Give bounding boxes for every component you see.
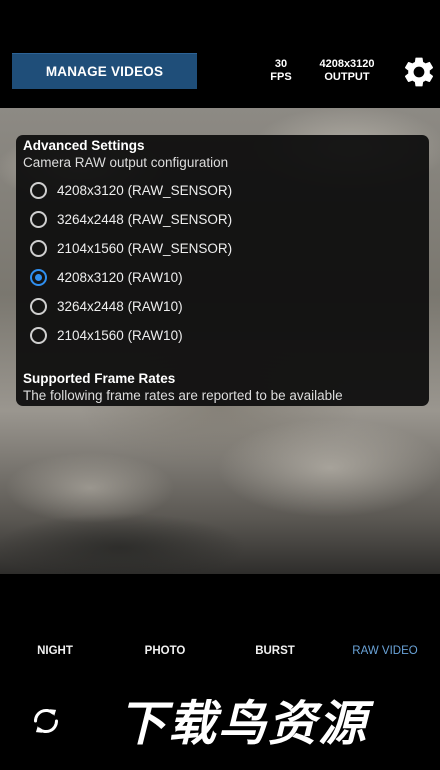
- raw-option-radio[interactable]: 3264x2448 (RAW10): [30, 295, 183, 317]
- raw-option-radio[interactable]: 2104x1560 (RAW_SENSOR): [30, 237, 232, 259]
- raw-option-label: 3264x2448 (RAW_SENSOR): [57, 211, 233, 227]
- raw-option-radio[interactable]: 4208x3120 (RAW_SENSOR): [30, 179, 232, 201]
- raw-option-radio[interactable]: 2104x1560 (RAW10): [30, 324, 183, 346]
- radio-button[interactable]: [30, 326, 47, 344]
- frame-rates-description: The following frame rates are reported t…: [23, 388, 343, 403]
- fps-indicator[interactable]: 30 FPS: [258, 58, 304, 84]
- gear-icon[interactable]: [401, 54, 437, 90]
- radio-button[interactable]: [30, 210, 47, 228]
- radio-button[interactable]: [30, 239, 47, 257]
- top-bar: MANAGE VIDEOS 30 FPS 4208x3120 OUTPUT: [0, 0, 440, 108]
- tab-night[interactable]: NIGHT: [15, 645, 95, 657]
- fps-value: 30: [274, 58, 288, 70]
- camera-screen: MANAGE VIDEOS 30 FPS 4208x3120 OUTPUT Ad…: [0, 0, 440, 770]
- raw-option-label: 3264x2448 (RAW10): [57, 298, 183, 314]
- raw-option-radio-selected[interactable]: 4208x3120 (RAW10): [30, 266, 183, 288]
- output-resolution-indicator[interactable]: 4208x3120 OUTPUT: [304, 58, 390, 84]
- output-value: 4208x3120: [319, 58, 375, 70]
- switch-camera-icon[interactable]: [28, 703, 64, 739]
- radio-button[interactable]: [30, 181, 47, 199]
- output-unit: OUTPUT: [324, 71, 370, 83]
- watermark-text: 下载鸟资源: [118, 696, 369, 752]
- radio-button[interactable]: [30, 297, 47, 315]
- advanced-settings-panel: Advanced Settings Camera RAW output conf…: [16, 135, 429, 406]
- tab-raw-video[interactable]: RAW VIDEO: [345, 645, 425, 657]
- raw-option-label: 4208x3120 (RAW_SENSOR): [57, 182, 233, 198]
- raw-option-label: 2104x1560 (RAW10): [57, 327, 183, 343]
- panel-subtitle: Camera RAW output configuration: [23, 155, 229, 170]
- tab-photo[interactable]: PHOTO: [125, 645, 205, 657]
- tab-burst[interactable]: BURST: [235, 645, 315, 657]
- panel-title: Advanced Settings: [23, 138, 145, 153]
- fps-unit: FPS: [270, 71, 292, 83]
- frame-rates-title: Supported Frame Rates: [23, 371, 176, 386]
- manage-videos-button[interactable]: MANAGE VIDEOS: [12, 53, 197, 89]
- raw-option-radio[interactable]: 3264x2448 (RAW_SENSOR): [30, 208, 232, 230]
- radio-button-selected[interactable]: [30, 268, 47, 286]
- raw-option-label: 4208x3120 (RAW10): [57, 269, 183, 285]
- raw-option-label: 2104x1560 (RAW_SENSOR): [57, 240, 233, 256]
